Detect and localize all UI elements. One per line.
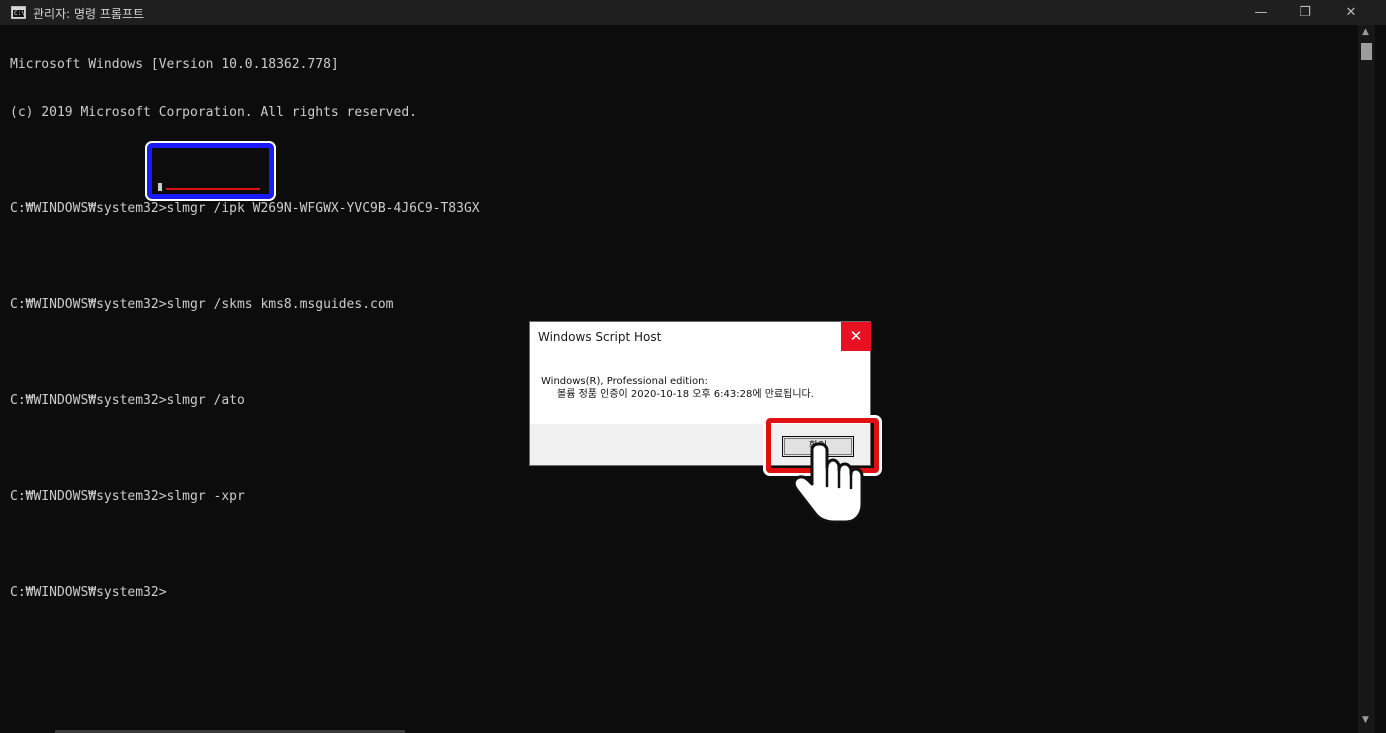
close-window-button[interactable]: ✕	[1328, 0, 1374, 25]
restore-button[interactable]: ❐	[1282, 0, 1328, 25]
cmd-icon: C:\	[11, 6, 26, 19]
console-line: C:₩WINDOWS₩system32>slmgr /ipk W269N-WFG…	[10, 201, 480, 216]
console-line: C:₩WINDOWS₩system32>slmgr /skms kms8.msg…	[10, 297, 394, 312]
command-prompt-window: C:\ 관리자: 명령 프롬프트 — ❐ ✕ Microsoft Windows…	[0, 0, 1386, 733]
console-line: C:₩WINDOWS₩system32>slmgr -xpr	[10, 489, 245, 504]
command-highlight-box	[145, 141, 276, 201]
hand-pointer-icon	[792, 442, 864, 524]
dialog-close-button[interactable]: ✕	[841, 322, 871, 351]
dialog-message: Windows(R), Professional edition: 볼륨 정품 …	[541, 375, 814, 401]
dialog-message-line: 볼륨 정품 인증이 2020-10-18 오후 6:43:28에 만료됩니다.	[557, 389, 814, 400]
scroll-thumb[interactable]	[1361, 43, 1372, 60]
dialog-title: Windows Script Host	[538, 330, 662, 344]
console-line: Microsoft Windows [Version 10.0.18362.77…	[10, 57, 339, 72]
window-title: 관리자: 명령 프롬프트	[33, 7, 145, 21]
scroll-up-arrow-icon[interactable]: ▲	[1362, 27, 1369, 37]
command-underline	[166, 188, 260, 190]
dialog-message-line: Windows(R), Professional edition:	[541, 376, 708, 387]
console-prompt-line: C:₩WINDOWS₩system32>	[10, 585, 167, 600]
vertical-scrollbar[interactable]: ▲ ▼	[1358, 25, 1375, 733]
scroll-down-arrow-icon[interactable]: ▼	[1362, 715, 1369, 725]
console-line: (c) 2019 Microsoft Corporation. All righ…	[10, 105, 417, 120]
text-cursor	[158, 183, 162, 191]
minimize-button[interactable]: —	[1238, 0, 1284, 25]
title-bar[interactable]: C:\ 관리자: 명령 프롬프트 — ❐ ✕	[0, 0, 1386, 25]
